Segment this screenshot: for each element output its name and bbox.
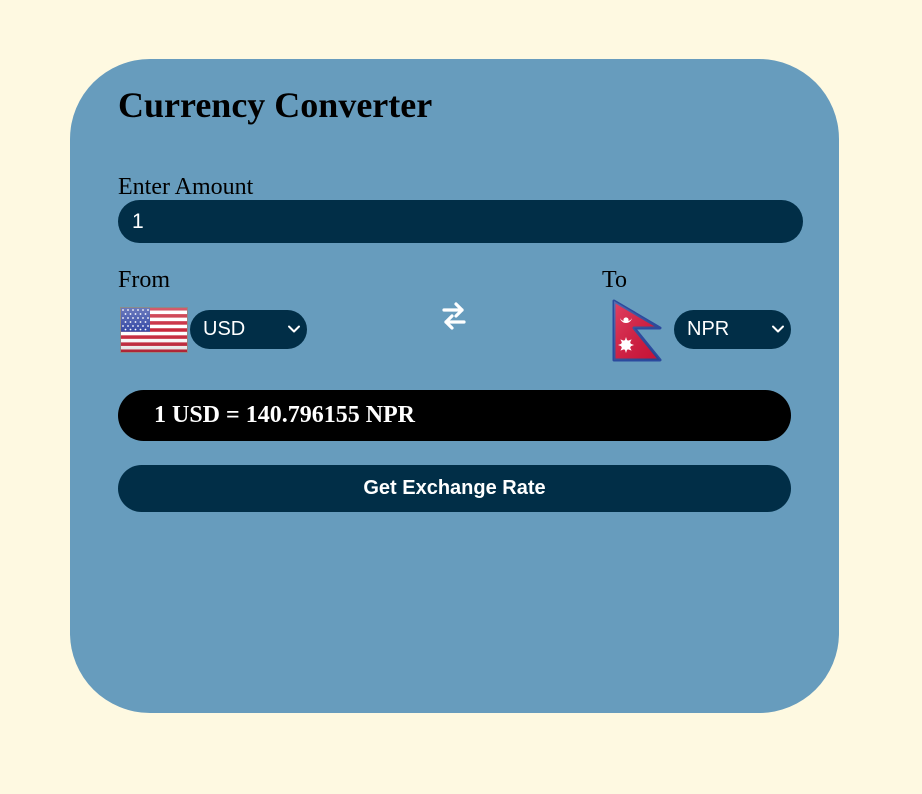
page-title: Currency Converter: [118, 85, 433, 125]
from-currency-select[interactable]: USD: [190, 310, 307, 349]
nepal-flag-icon: [612, 299, 662, 362]
converter-card: Currency Converter Enter Amount From To: [70, 59, 839, 713]
amount-input[interactable]: [118, 200, 803, 243]
swap-arrows-icon[interactable]: [440, 300, 468, 334]
to-currency-select[interactable]: NPR: [674, 310, 791, 349]
from-currency-value: USD: [203, 318, 246, 340]
chevron-down-icon: [288, 325, 300, 333]
us-flag-icon: [120, 307, 188, 353]
amount-label: Enter Amount: [118, 174, 254, 200]
to-currency-value: NPR: [687, 318, 730, 340]
to-label: To: [602, 267, 627, 293]
exchange-result: 1 USD = 140.796155 NPR: [118, 390, 791, 441]
get-exchange-rate-button[interactable]: Get Exchange Rate: [118, 465, 791, 512]
chevron-down-icon: [772, 325, 784, 333]
from-label: From: [118, 267, 171, 293]
